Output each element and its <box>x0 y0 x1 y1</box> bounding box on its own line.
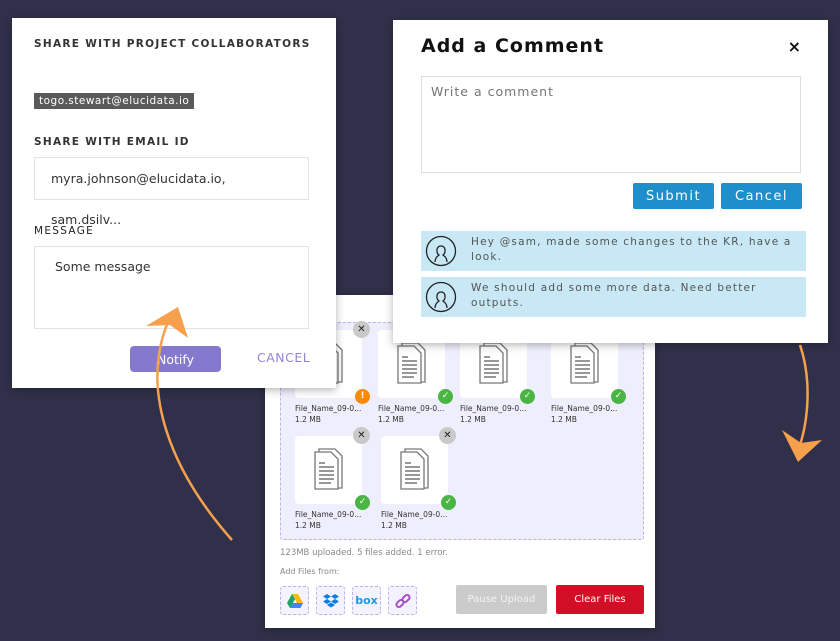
collaborators-label: SHARE WITH PROJECT COLLABORATORS <box>34 38 311 50</box>
submit-button[interactable]: Submit <box>633 183 714 209</box>
comment-input[interactable] <box>421 76 801 173</box>
remove-file-icon[interactable]: ✕ <box>439 427 456 444</box>
clear-files-button[interactable]: Clear Files <box>556 585 644 614</box>
notify-button[interactable]: Notify <box>130 346 221 372</box>
arrow-down-curve <box>798 344 809 446</box>
message-label: MESSAGE <box>34 225 95 237</box>
document-icon <box>400 448 429 490</box>
user-avatar-icon <box>425 281 457 313</box>
file-size: 1.2 MB <box>295 415 321 424</box>
comment-dialog: Add a Comment × Submit Cancel Hey @sam, … <box>393 20 828 343</box>
file-name: File_Name_09-0... <box>378 404 445 413</box>
file-name: File_Name_09-0... <box>460 404 527 413</box>
file-name: File_Name_09-0... <box>295 404 362 413</box>
file-name: File_Name_09-0... <box>551 404 618 413</box>
success-check-icon: ✓ <box>355 495 370 510</box>
collaborator-chip[interactable]: togo.stewart@elucidata.io <box>34 93 195 109</box>
dropbox-button[interactable] <box>316 586 345 615</box>
error-status-icon: ! <box>355 389 370 404</box>
remove-file-icon[interactable]: ✕ <box>353 427 370 444</box>
cancel-button[interactable]: CANCEL <box>257 350 310 365</box>
file-tile[interactable]: ✕ ✓File_Name_09-0... 1.2 MB <box>295 427 370 530</box>
dialog-title: Add a Comment <box>421 35 605 57</box>
success-check-icon: ✓ <box>520 389 535 404</box>
link-icon <box>394 593 411 608</box>
close-icon[interactable]: × <box>788 37 801 56</box>
success-check-icon: ✓ <box>441 495 456 510</box>
file-size: 1.2 MB <box>295 521 321 530</box>
user-avatar-icon <box>425 235 457 267</box>
file-size: 1.2 MB <box>460 415 486 424</box>
comment-text: Hey @sam, made some changes to the KR, h… <box>471 236 792 263</box>
arrow-down-head <box>782 430 822 462</box>
share-dialog: SHARE WITH PROJECT COLLABORATORS togo.st… <box>12 18 336 388</box>
box-icon: box <box>355 594 378 607</box>
dropbox-icon <box>322 593 339 607</box>
document-icon <box>479 342 508 384</box>
upload-summary: 123MB uploaded. 5 files added. 1 error. <box>280 548 448 558</box>
file-size: 1.2 MB <box>378 415 404 424</box>
comment-item: We should add some more data. Need bette… <box>421 277 806 317</box>
success-check-icon: ✓ <box>611 389 626 404</box>
file-size: 1.2 MB <box>551 415 577 424</box>
file-name: File_Name_09-0... <box>295 510 362 519</box>
email-field[interactable]: myra.johnson@elucidata.io, sam.dsilv... <box>34 157 309 227</box>
comment-item: Hey @sam, made some changes to the KR, h… <box>421 231 806 271</box>
file-size: 1.2 MB <box>381 521 407 530</box>
document-icon <box>314 448 343 490</box>
email-label: SHARE WITH EMAIL ID <box>34 136 190 148</box>
google-drive-icon <box>286 593 303 608</box>
google-drive-button[interactable] <box>280 586 309 615</box>
add-files-label: Add Files from: <box>280 567 340 576</box>
file-name: File_Name_09-0... <box>381 510 448 519</box>
cancel-button[interactable]: Cancel <box>721 183 802 209</box>
file-tile[interactable]: ✕ ✓File_Name_09-0... 1.2 MB <box>381 427 456 530</box>
document-icon <box>570 342 599 384</box>
box-button[interactable]: box <box>352 586 381 615</box>
remove-file-icon[interactable]: ✕ <box>353 321 370 338</box>
link-button[interactable] <box>388 586 417 615</box>
comment-text: We should add some more data. Need bette… <box>471 282 757 309</box>
pause-upload-button[interactable]: Pause Upload <box>456 585 547 614</box>
document-icon <box>397 342 426 384</box>
success-check-icon: ✓ <box>438 389 453 404</box>
message-field[interactable]: Some message <box>34 246 309 329</box>
